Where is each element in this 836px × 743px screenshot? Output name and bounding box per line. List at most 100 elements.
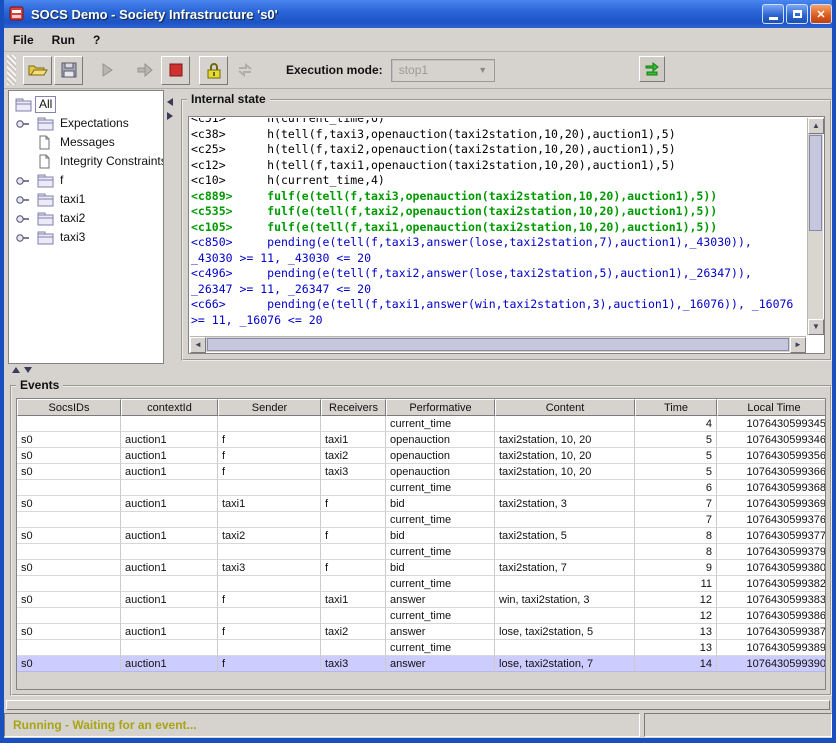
toolbar: Execution mode: stop1 ▼ [4, 52, 832, 89]
table-cell: s0 [17, 448, 121, 464]
table-row[interactable]: current_time71076430599376 [17, 512, 825, 528]
table-row[interactable]: current_time131076430599389 [17, 640, 825, 656]
collapse-down-icon[interactable] [24, 367, 32, 373]
refresh-button[interactable] [230, 56, 259, 85]
vscroll-thumb[interactable] [809, 135, 822, 231]
open-button[interactable] [23, 56, 52, 85]
title-bar[interactable]: SOCS Demo - Society Infrastructure 's0' … [0, 0, 836, 28]
column-header-contextid[interactable]: contextId [121, 399, 218, 416]
bottom-strip [6, 700, 830, 710]
tree-item-taxi3[interactable]: taxi3 [9, 228, 163, 247]
execution-mode-combobox[interactable]: stop1 ▼ [391, 59, 495, 82]
table-cell: current_time [386, 480, 495, 496]
collapse-left-icon[interactable] [167, 98, 173, 106]
table-row[interactable]: s0auction1ftaxi2answerlose, taxi2station… [17, 624, 825, 640]
table-row[interactable]: s0auction1ftaxi2openauctiontaxi2station,… [17, 448, 825, 464]
events-table-viewport: SocsIDscontextIdSenderReceiversPerformat… [16, 398, 826, 690]
table-cell: 4 [635, 416, 717, 432]
expand-handle-icon[interactable] [15, 231, 37, 245]
internal-state-hscrollbar[interactable]: ◄ ► [190, 336, 806, 352]
tree-item-integrity-constraints[interactable]: Integrity Constraints [9, 152, 163, 171]
close-button[interactable]: ✕ [810, 4, 832, 24]
menu-file[interactable]: File [4, 28, 43, 51]
tree-item-taxi2[interactable]: taxi2 [9, 209, 163, 228]
scroll-up-icon[interactable]: ▲ [808, 118, 824, 134]
table-cell: taxi3 [218, 560, 321, 576]
scroll-down-icon[interactable]: ▼ [808, 319, 824, 335]
table-row[interactable]: current_time111076430599382 [17, 576, 825, 592]
table-row[interactable]: s0auction1ftaxi3answerlose, taxi2station… [17, 656, 825, 672]
hscroll-thumb[interactable] [207, 338, 789, 351]
table-row[interactable]: s0auction1taxi1fbidtaxi2station, 3710764… [17, 496, 825, 512]
table-row[interactable]: s0auction1taxi3fbidtaxi2station, 7910764… [17, 560, 825, 576]
expand-handle-icon[interactable] [15, 174, 37, 188]
expand-handle-icon[interactable] [15, 193, 37, 207]
table-row[interactable]: s0auction1ftaxi1openauctiontaxi2station,… [17, 432, 825, 448]
table-row[interactable]: s0auction1ftaxi3openauctiontaxi2station,… [17, 464, 825, 480]
column-header-local-time[interactable]: Local Time [717, 399, 826, 416]
scroll-left-icon[interactable]: ◄ [190, 337, 206, 353]
table-cell [321, 544, 386, 560]
column-header-sender[interactable]: Sender [218, 399, 321, 416]
launch-button[interactable] [639, 56, 665, 82]
internal-state-vscrollbar[interactable]: ▲ ▼ [807, 118, 823, 335]
agent-tree[interactable]: AllExpectationsMessagesIntegrity Constra… [8, 90, 164, 364]
table-cell: bid [386, 560, 495, 576]
collapse-right-icon[interactable] [167, 112, 173, 120]
column-header-time[interactable]: Time [635, 399, 717, 416]
table-cell: auction1 [121, 432, 218, 448]
table-cell: current_time [386, 512, 495, 528]
table-cell: 11 [635, 576, 717, 592]
table-row[interactable]: s0auction1ftaxi1answerwin, taxi2station,… [17, 592, 825, 608]
table-cell: current_time [386, 640, 495, 656]
internal-state-textarea[interactable]: <c51> h(current_time,6)<c38> h(tell(f,ta… [191, 118, 806, 335]
column-header-performative[interactable]: Performative [386, 399, 495, 416]
tree-item-expectations[interactable]: Expectations [9, 114, 163, 133]
column-header-socsids[interactable]: SocsIDs [17, 399, 121, 416]
table-cell: taxi3 [321, 464, 386, 480]
table-cell: s0 [17, 528, 121, 544]
column-header-receivers[interactable]: Receivers [321, 399, 386, 416]
events-title: Events [16, 378, 63, 392]
table-cell: auction1 [121, 624, 218, 640]
play-button[interactable] [92, 56, 121, 85]
table-cell: lose, taxi2station, 5 [495, 624, 635, 640]
table-cell [121, 544, 218, 560]
internal-state-line: <c850> pending(e(tell(f,taxi3,answer(los… [191, 235, 806, 251]
collapse-up-icon[interactable] [12, 367, 20, 373]
column-header-content[interactable]: Content [495, 399, 635, 416]
minimize-button[interactable] [762, 4, 784, 24]
table-cell [218, 480, 321, 496]
step-button[interactable] [130, 56, 159, 85]
menu-help[interactable]: ? [84, 28, 109, 51]
table-row[interactable]: current_time81076430599379 [17, 544, 825, 560]
maximize-button[interactable] [786, 4, 808, 24]
toolbar-drag-handle[interactable] [7, 55, 16, 85]
table-row[interactable]: current_time41076430599345 [17, 416, 825, 432]
vertical-splitter[interactable] [164, 90, 178, 364]
menu-run[interactable]: Run [43, 28, 84, 51]
table-cell: f [218, 432, 321, 448]
tree-item-f[interactable]: f [9, 171, 163, 190]
scroll-right-icon[interactable]: ► [790, 337, 806, 353]
lock-button[interactable] [199, 56, 228, 85]
stop-button[interactable] [161, 56, 190, 85]
table-cell [17, 608, 121, 624]
table-row[interactable]: current_time61076430599368 [17, 480, 825, 496]
save-button[interactable] [54, 56, 83, 85]
expand-handle-icon[interactable] [15, 212, 37, 226]
window-title: SOCS Demo - Society Infrastructure 's0' [31, 7, 278, 22]
table-cell [121, 576, 218, 592]
expand-handle-icon[interactable] [15, 117, 37, 131]
table-cell: lose, taxi2station, 7 [495, 656, 635, 672]
tree-item-all[interactable]: All [9, 95, 163, 114]
app-window: SOCS Demo - Society Infrastructure 's0' … [0, 0, 836, 743]
folder-icon [37, 174, 57, 188]
tree-item-taxi1[interactable]: taxi1 [9, 190, 163, 209]
internal-state-line: <c535> fulf(e(tell(f,taxi2,openauction(t… [191, 204, 806, 220]
status-aux-cell [644, 713, 832, 737]
table-row[interactable]: current_time121076430599386 [17, 608, 825, 624]
tree-item-messages[interactable]: Messages [9, 133, 163, 152]
table-row[interactable]: s0auction1taxi2fbidtaxi2station, 5810764… [17, 528, 825, 544]
horizontal-splitter[interactable] [4, 364, 832, 378]
